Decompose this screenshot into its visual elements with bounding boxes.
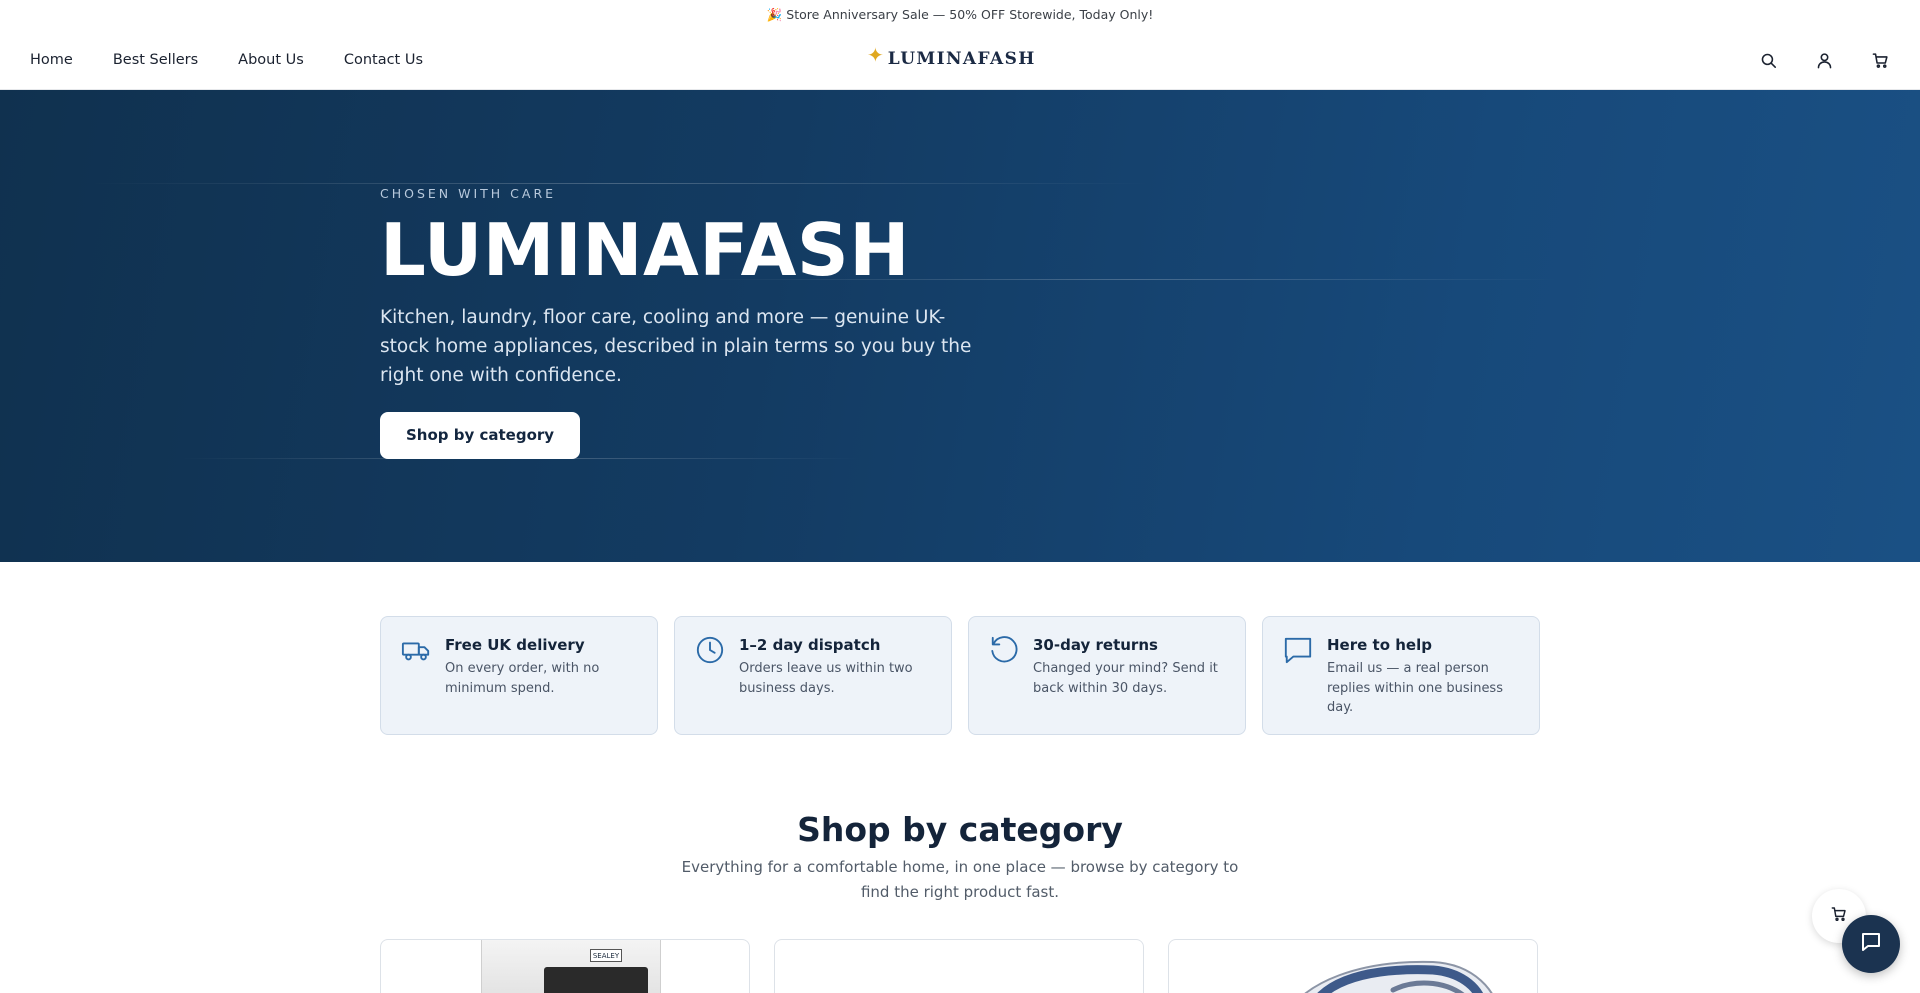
feature-card-help: Here to help Email us — a real person re… — [1262, 616, 1540, 735]
chat-widget-button[interactable] — [1842, 915, 1900, 973]
search-icon[interactable] — [1758, 50, 1778, 70]
brand-badge: SEALEY — [590, 949, 622, 962]
feature-title: Here to help — [1327, 636, 1432, 654]
feature-list: Free UK delivery On every order, with no… — [380, 616, 1540, 735]
nav-about-us[interactable]: About Us — [238, 52, 304, 68]
shop-by-category-button[interactable]: Shop by category — [380, 411, 581, 459]
category-section-title: Shop by category — [797, 810, 1123, 849]
announcement-text: 🎉 Store Anniversary Sale — 50% OFF Store… — [766, 7, 1154, 22]
cart-icon — [1831, 906, 1847, 926]
feature-text: Changed your mind? Send it back within 3… — [1033, 661, 1218, 696]
announcement-bar: 🎉 Store Anniversary Sale — 50% OFF Store… — [0, 0, 1920, 30]
logo-text: LUMINAFASH — [887, 49, 1036, 69]
hero-title: LUMINAFASH — [380, 208, 910, 292]
site-logo[interactable]: ✦ LUMINAFASH — [867, 42, 1036, 76]
feature-title: Free UK delivery — [445, 636, 585, 654]
chat-bubble-icon — [1859, 930, 1883, 958]
account-icon[interactable] — [1814, 50, 1834, 70]
main-nav: Home Best Sellers About Us Contact Us — [30, 30, 423, 90]
feature-title: 30-day returns — [1033, 636, 1158, 654]
hero-eyebrow: CHOSEN WITH CARE — [380, 186, 557, 201]
returns-icon — [989, 635, 1019, 665]
air-cooler-image: SEALEY — [481, 940, 661, 993]
steam-iron-image — [1304, 960, 1493, 993]
category-card[interactable] — [774, 939, 1144, 993]
hero-content: CHOSEN WITH CARE LUMINAFASH Kitchen, lau… — [380, 186, 1000, 459]
hero-banner: CHOSEN WITH CARE LUMINAFASH Kitchen, lau… — [0, 90, 1920, 562]
star-icon: ✦ — [867, 43, 884, 67]
hero-subtitle: Kitchen, laundry, floor care, cooling an… — [380, 306, 972, 386]
chat-icon — [1283, 635, 1313, 665]
category-card[interactable]: SEALEY — [380, 939, 750, 993]
hero-streak — [90, 183, 1150, 184]
cooler-grille — [544, 967, 648, 993]
feature-text: Email us — a real person replies within … — [1327, 661, 1503, 715]
feature-card-dispatch: 1–2 day dispatch Orders leave us within … — [674, 616, 952, 735]
header-icons — [1758, 30, 1890, 90]
site-header: Home Best Sellers About Us Contact Us ✦ … — [0, 30, 1920, 90]
truck-icon — [401, 635, 431, 665]
feature-card-returns: 30-day returns Changed your mind? Send i… — [968, 616, 1246, 735]
feature-card-delivery: Free UK delivery On every order, with no… — [380, 616, 658, 735]
clock-icon — [695, 635, 725, 665]
feature-text: Orders leave us within two business days… — [739, 661, 913, 696]
category-section-subtitle: Everything for a comfortable home, in on… — [681, 858, 1239, 901]
feature-title: 1–2 day dispatch — [739, 636, 881, 654]
feature-text: On every order, with no minimum spend. — [445, 661, 600, 696]
category-cards: SEALEY — [380, 939, 1540, 993]
cart-icon[interactable] — [1870, 50, 1890, 70]
nav-contact-us[interactable]: Contact Us — [344, 52, 423, 68]
category-card[interactable] — [1168, 939, 1538, 993]
nav-home[interactable]: Home — [30, 52, 73, 68]
nav-best-sellers[interactable]: Best Sellers — [113, 52, 198, 68]
